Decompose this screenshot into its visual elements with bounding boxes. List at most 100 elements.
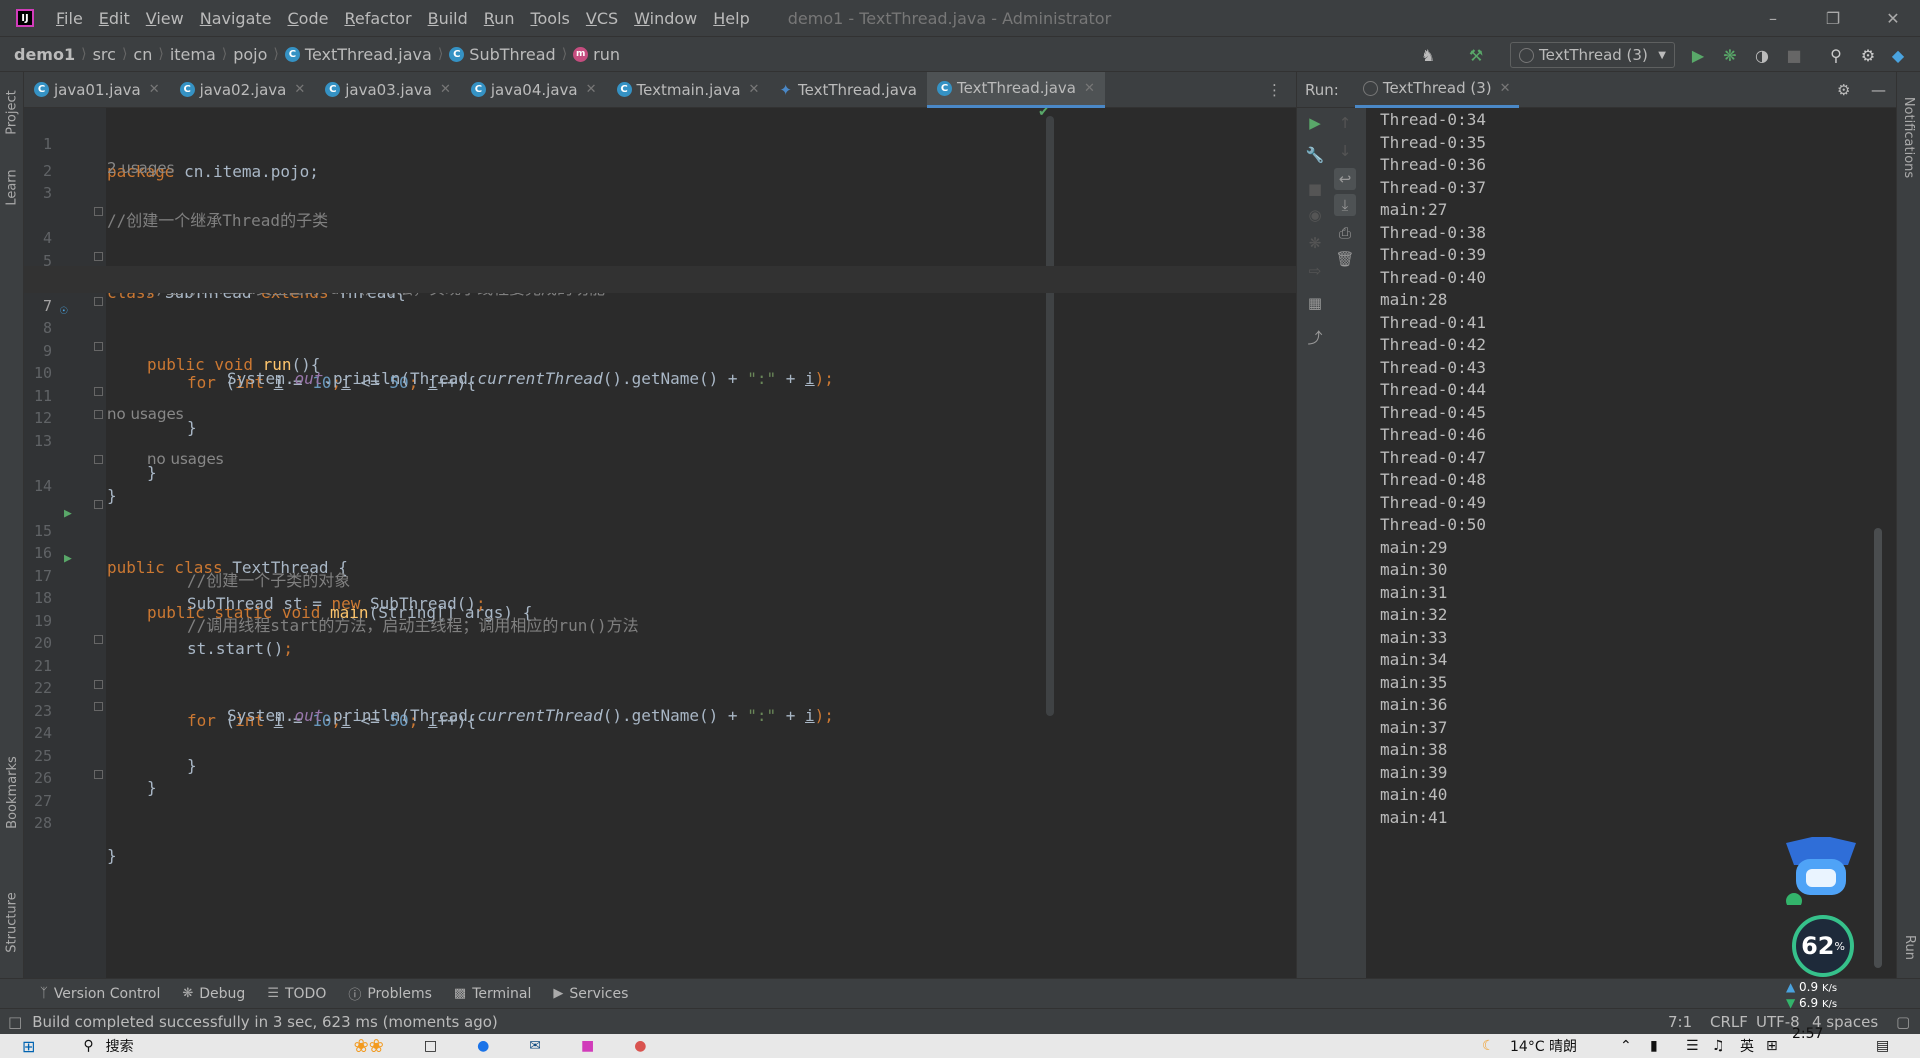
weather-text[interactable]: 14°C 晴朗 [1510,1036,1577,1056]
tool-tab-bookmarks[interactable]: Bookmarks [0,742,24,842]
caret-position[interactable]: 7:1 [1668,1013,1692,1031]
minimize-icon[interactable]: – [1750,0,1796,36]
tray-chevron-icon[interactable]: ⌃ [1620,1038,1632,1054]
arrow-up-icon[interactable]: ↑ [1334,112,1356,134]
menu-file[interactable]: File [48,9,91,28]
menu-tools[interactable]: Tools [522,9,577,28]
breadcrumb-project[interactable]: demo1 [14,45,75,64]
soft-wrap-icon[interactable]: ↩ [1334,168,1356,190]
intellij-logo-icon[interactable]: IJ [16,9,34,27]
usages-hint[interactable]: no usages [107,405,184,423]
fold-icon[interactable] [94,770,103,779]
arrow-down-icon[interactable]: ↓ [1334,140,1356,162]
layout-toggle-icon[interactable]: □ [8,1013,22,1031]
fold-icon[interactable] [94,297,103,306]
fold-icon[interactable] [94,207,103,216]
run-icon[interactable]: ▶ [1688,45,1708,65]
menu-build[interactable]: Build [420,9,476,28]
close-tab-icon[interactable]: ✕ [149,82,160,97]
tab-java04[interactable]: Cjava04.java ✕ [461,72,607,108]
fold-icon[interactable] [94,342,103,351]
taskbar-clock[interactable]: 2:57 [1792,1026,1823,1042]
breadcrumb-class[interactable]: SubThread [469,45,555,64]
close-tab-icon[interactable]: ✕ [586,82,597,97]
scroll-to-end-icon[interactable]: ⤓ [1334,194,1356,216]
pin-icon[interactable]: ⤴ [1304,326,1326,348]
battery-icon[interactable]: ▮ [1650,1038,1658,1054]
settings-gear-icon[interactable]: ⚙ [1837,81,1850,99]
ime-indicator[interactable]: 英 [1740,1036,1754,1056]
tool-tab-run[interactable]: Run [1897,922,1920,972]
fold-icon[interactable] [94,455,103,464]
close-tab-icon[interactable]: ✕ [294,82,305,97]
close-tab-icon[interactable]: ✕ [1500,81,1511,96]
tab-textthread-modified[interactable]: ✦ TextThread.java [769,72,927,108]
breadcrumb-method[interactable]: run [593,45,620,64]
notification-center-icon[interactable]: ▤ [1876,1038,1889,1054]
volume-icon[interactable]: ♫ [1712,1038,1725,1054]
menu-run[interactable]: Run [476,9,523,28]
debug-bug-icon[interactable]: ❋ [1304,232,1326,254]
restore-icon[interactable]: ❐ [1810,0,1856,36]
windows-start-icon[interactable]: ⊞ [22,1037,35,1056]
trash-icon[interactable]: 🗑 [1334,248,1356,270]
breadcrumb-cn[interactable]: cn [133,45,152,64]
breadcrumb-pojo[interactable]: pojo [233,45,267,64]
wifi-icon[interactable]: ☰ [1686,1038,1699,1054]
wrench-icon[interactable]: 🔧 [1304,144,1326,166]
tool-services[interactable]: ▶ Services [553,986,628,1002]
tab-java02[interactable]: Cjava02.java ✕ [170,72,316,108]
search-icon[interactable]: ⚲ [83,1038,93,1054]
tool-debug[interactable]: ❋ Debug [182,986,245,1002]
tool-tab-learn[interactable]: Learn [0,152,24,222]
network-speed-widget[interactable]: 62% ▲ 0.9 K/s ▼ 6.9 K/s [1782,830,1862,1012]
user-profile-icon[interactable]: ♞ [1418,45,1438,65]
code-editor[interactable]: ✔ 1 package cn.itema.pojo; 2 3 //创建一个继承T… [24,108,1296,978]
console-scrollbar[interactable] [1874,528,1882,968]
tab-java03[interactable]: Cjava03.java ✕ [315,72,461,108]
close-tab-icon[interactable]: ✕ [749,82,760,97]
search-icon[interactable]: ⚲ [1826,45,1846,65]
hide-panel-icon[interactable]: — [1871,81,1886,99]
edge-browser-icon[interactable]: ● [477,1038,489,1054]
close-window-icon[interactable]: ✕ [1870,0,1916,36]
toolbox-icon[interactable]: ◆ [1888,45,1908,65]
tool-terminal[interactable]: ▩ Terminal [454,986,531,1002]
run-tab[interactable]: TextThread (3) ✕ [1354,72,1519,108]
more-tabs-icon[interactable]: ⋮ [1267,81,1282,99]
task-view-icon[interactable]: □ [424,1038,437,1054]
line-separator[interactable]: CRLF [1710,1013,1748,1031]
tool-todo[interactable]: ☰ TODO [267,986,326,1002]
usages-hint[interactable]: 2 usages [107,159,174,177]
close-tab-icon[interactable]: ✕ [440,82,451,97]
tool-tab-structure[interactable]: Structure [0,872,24,972]
menu-view[interactable]: View [138,9,192,28]
fold-icon[interactable] [94,635,103,644]
fold-icon[interactable] [94,680,103,689]
mail-icon[interactable]: ✉ [529,1038,541,1054]
tab-textthread-active[interactable]: C TextThread.java ✕ [926,71,1105,108]
tab-textmain[interactable]: C Textmain.java ✕ [607,72,770,108]
exit-icon[interactable]: ⇨ [1304,260,1326,282]
menu-navigate[interactable]: Navigate [192,9,280,28]
settings-gear-icon[interactable]: ⚙ [1858,45,1878,65]
camera-icon[interactable]: ◉ [1304,204,1326,226]
menu-window[interactable]: Window [626,9,705,28]
tool-version-control[interactable]: ᛉ Version Control [40,986,160,1002]
intellij-taskbar-icon[interactable]: ■ [581,1038,594,1054]
stop-icon[interactable]: ■ [1304,178,1326,200]
menu-help[interactable]: Help [705,9,757,28]
breadcrumb-file[interactable]: TextThread.java [305,45,432,64]
menu-refactor[interactable]: Refactor [336,9,419,28]
breadcrumb-src[interactable]: src [93,45,116,64]
tool-tab-project[interactable]: Project [0,72,24,152]
breadcrumb-itema[interactable]: itema [170,45,216,64]
fold-icon[interactable] [94,410,103,419]
tool-tab-notifications[interactable]: Notifications [1897,82,1920,192]
fold-icon[interactable] [94,702,103,711]
close-tab-icon[interactable]: ✕ [1084,81,1095,96]
status-message[interactable]: Build completed successfully in 3 sec, 6… [32,1013,498,1031]
tool-problems[interactable]: ⓘ Problems [348,984,432,1004]
rerun-icon[interactable]: ▶ [1304,112,1326,134]
lock-icon[interactable]: ▢ [1896,1013,1910,1031]
